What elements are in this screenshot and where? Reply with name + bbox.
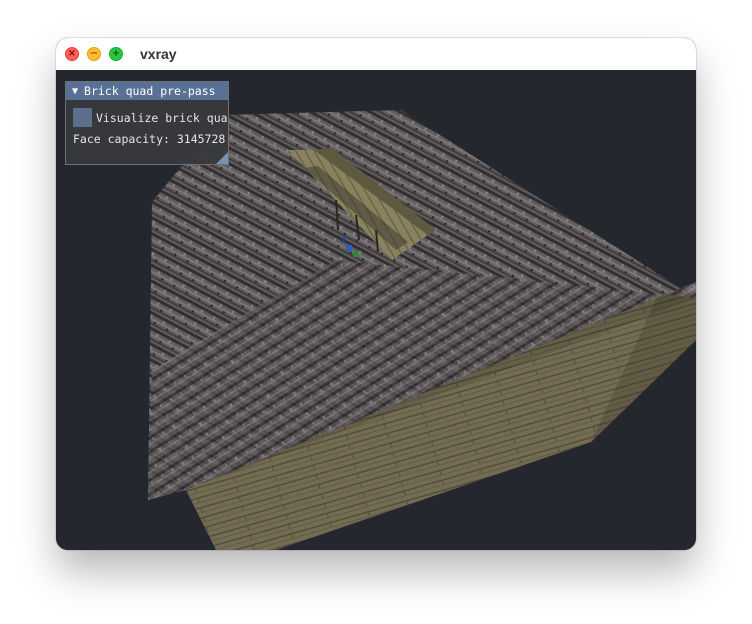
blue-voxel [346,245,352,251]
title-bar[interactable]: × − + vxray [56,38,696,71]
window-title: vxray [140,46,177,62]
brick-quad-panel[interactable]: ▼ Brick quad pre-pass Visualize brick qu… [65,81,229,165]
resize-grip[interactable] [216,152,228,164]
minimize-icon: − [89,48,99,59]
maximize-icon: + [111,48,121,59]
green-voxel [353,251,359,257]
panel-title: Brick quad pre-pass [84,84,216,98]
visualize-checkbox[interactable] [73,108,92,127]
close-button[interactable]: × [65,47,79,61]
visualize-checkbox-row[interactable]: Visualize brick quads [73,108,228,127]
minimize-button[interactable]: − [87,47,101,61]
app-window: × − + vxray ▼ Brick quad pre-pass Visual… [56,38,696,550]
panel-header[interactable]: ▼ Brick quad pre-pass [66,82,228,100]
visualize-checkbox-label[interactable]: Visualize brick quads [96,111,228,125]
face-capacity-text: Face capacity: 3145728 [73,132,226,146]
close-icon: × [67,48,77,59]
maximize-button[interactable]: + [109,47,123,61]
triangle-down-icon[interactable]: ▼ [72,86,78,97]
render-viewport[interactable]: ▼ Brick quad pre-pass Visualize brick qu… [56,70,696,550]
